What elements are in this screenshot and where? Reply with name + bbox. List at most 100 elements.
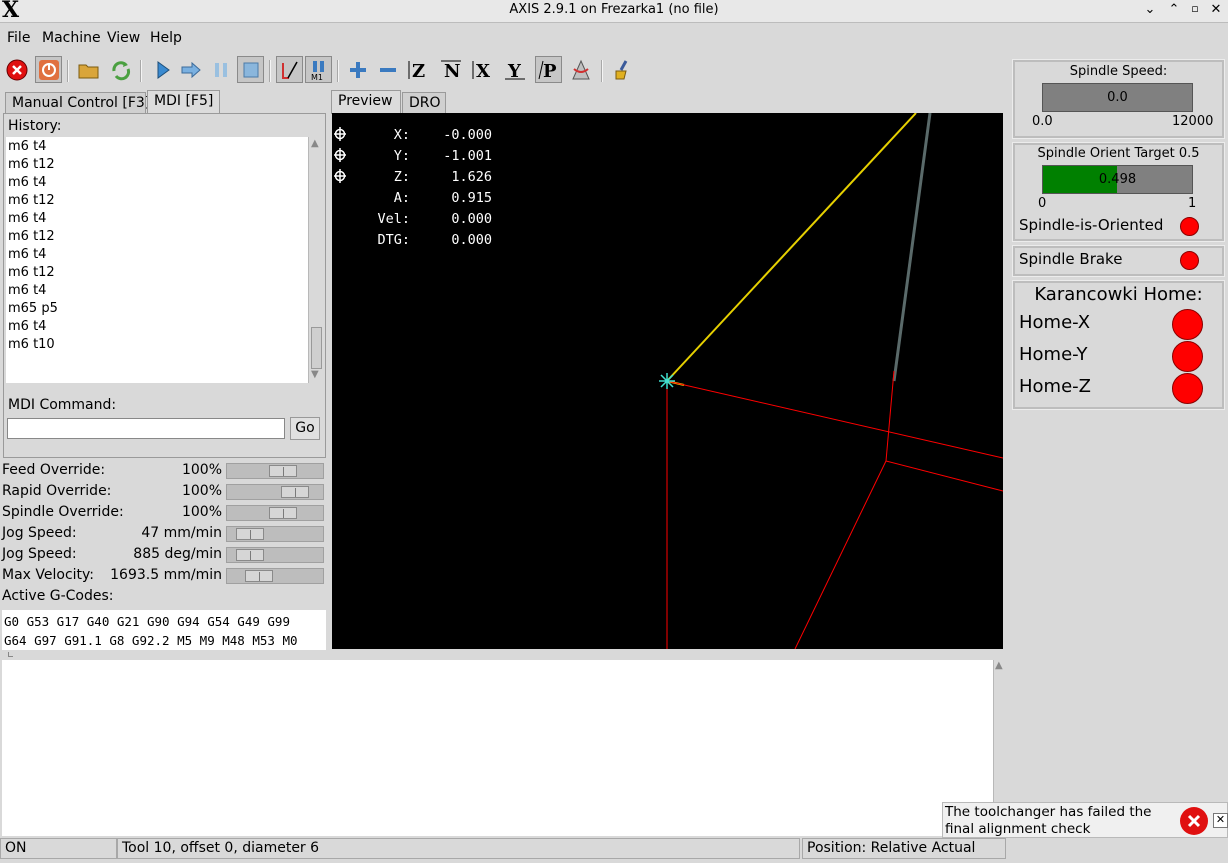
override-slider[interactable]	[226, 526, 324, 542]
history-item[interactable]: m65 p5	[8, 301, 58, 316]
history-item[interactable]: m6 t12	[8, 229, 55, 244]
slider-knob[interactable]	[245, 570, 273, 582]
clear-plot-button[interactable]	[610, 56, 637, 83]
view-z-button[interactable]: Z	[405, 56, 432, 83]
homed-icon	[334, 148, 346, 166]
homed-icon	[334, 127, 346, 145]
pane-resize-handle[interactable]	[8, 652, 13, 657]
slider-knob[interactable]	[269, 465, 297, 477]
override-label: Spindle Override:	[2, 504, 124, 520]
menu-file[interactable]: File	[7, 30, 30, 46]
menu-help[interactable]: Help	[150, 30, 182, 46]
estop-button[interactable]	[3, 56, 30, 83]
home-z-label: Home-Z	[1019, 376, 1091, 397]
error-notification[interactable]: The toolchanger has failed the final ali…	[942, 802, 1228, 838]
slider-knob[interactable]	[236, 549, 264, 561]
tool-shank-line	[892, 113, 932, 382]
status-tool: Tool 10, offset 0, diameter 6	[117, 838, 800, 859]
open-file-button[interactable]	[75, 56, 102, 83]
tab-dro[interactable]: DRO	[402, 92, 446, 114]
zoom-out-button[interactable]	[374, 56, 401, 83]
svg-text:N: N	[444, 61, 460, 81]
restore-icon[interactable]: ▫	[1187, 2, 1203, 15]
override-slider[interactable]	[226, 484, 324, 500]
broom-icon	[615, 59, 627, 79]
estop-icon	[6, 59, 27, 80]
menu-view[interactable]: View	[107, 30, 140, 46]
console-scroll-up-icon[interactable]: ▲	[995, 660, 1003, 671]
spindle-orient-min: 0	[1038, 196, 1047, 211]
status-position-mode: Position: Relative Actual	[802, 838, 1006, 859]
override-slider[interactable]	[226, 463, 324, 479]
reload-button[interactable]	[107, 56, 134, 83]
slider-knob[interactable]	[236, 528, 264, 540]
mdi-command-input[interactable]	[7, 418, 285, 439]
maximize-icon[interactable]: ⌃	[1166, 2, 1182, 17]
zoom-in-icon	[349, 61, 366, 78]
history-item[interactable]: m6 t4	[8, 211, 46, 226]
override-slider[interactable]	[226, 547, 324, 563]
machine-power-button[interactable]	[35, 56, 62, 83]
history-item[interactable]: m6 t4	[8, 175, 46, 190]
override-value: 1693.5 mm/min	[110, 567, 222, 583]
stop-button[interactable]	[237, 56, 264, 83]
run-button[interactable]	[148, 56, 175, 83]
zoom-in-button[interactable]	[344, 56, 371, 83]
menu-bar: File Machine View Help	[0, 26, 1228, 50]
override-slider[interactable]	[226, 568, 324, 584]
spindle-orient-bar: 0.498	[1042, 165, 1193, 194]
history-item[interactable]: m6 t12	[8, 193, 55, 208]
view-x-button[interactable]: X	[469, 56, 496, 83]
history-item[interactable]: m6 t4	[8, 247, 46, 262]
optional-stop-toggle[interactable]: M1	[305, 56, 332, 83]
override-label: Jog Speed:	[2, 525, 77, 541]
play-icon	[157, 60, 170, 79]
notification-close-button[interactable]: ✕	[1213, 813, 1228, 828]
block-delete-toggle[interactable]	[276, 56, 303, 83]
override-value: 47 mm/min	[141, 525, 222, 541]
tool-position-marker	[659, 373, 675, 389]
block-delete-icon	[281, 61, 298, 79]
view-y-icon: Y	[504, 61, 525, 81]
tab-preview[interactable]: Preview	[331, 90, 401, 114]
history-item[interactable]: m6 t10	[8, 337, 55, 352]
history-scroll-thumb[interactable]	[311, 327, 322, 369]
svg-text:P: P	[543, 61, 557, 81]
history-item[interactable]: m6 t4	[8, 319, 46, 334]
pause-button[interactable]	[207, 56, 234, 83]
dro-axis-value: 0.915	[451, 190, 492, 206]
preview-canvas[interactable]: X: -0.000 Y: -1.001 Z: 1.626 A: 0.915 Vel: 0.000 D…	[332, 113, 1003, 649]
scroll-up-icon[interactable]: ▲	[311, 138, 319, 149]
menu-machine[interactable]: Machine	[42, 30, 101, 46]
minimize-icon[interactable]: ⌄	[1142, 2, 1158, 17]
history-item[interactable]: m6 t4	[8, 283, 46, 298]
history-scrollbar[interactable]: ▲ ▼	[308, 137, 323, 383]
dro-axis-value: -0.000	[443, 127, 492, 143]
override-slider[interactable]	[226, 505, 324, 521]
active-gcodes-box: G0 G53 G17 G40 G21 G90 G94 G54 G49 G99 G…	[2, 610, 326, 650]
reload-icon	[111, 60, 130, 80]
spindle-speed-min: 0.0	[1032, 114, 1053, 129]
svg-text:M1: M1	[311, 73, 323, 81]
tab-mdi[interactable]: MDI [F5]	[147, 90, 220, 114]
view-p-button[interactable]: P	[535, 56, 562, 83]
scroll-down-icon[interactable]: ▼	[311, 369, 319, 380]
console-output[interactable]	[2, 660, 995, 836]
slider-knob[interactable]	[269, 507, 297, 519]
close-icon[interactable]: ✕	[1208, 2, 1224, 17]
rotate-view-button[interactable]	[567, 56, 594, 83]
history-item[interactable]: m6 t12	[8, 265, 55, 280]
go-button[interactable]: Go	[290, 417, 320, 440]
step-button[interactable]	[177, 56, 204, 83]
slider-knob[interactable]	[281, 486, 309, 498]
stop-icon	[243, 62, 258, 77]
mdi-history-list[interactable]: m6 t4 m6 t12 m6 t4 m6 t12 m6 t4 m6 t12 m6 t4 m6…	[6, 137, 323, 383]
dro-axis-value: 0.000	[451, 211, 492, 227]
history-item[interactable]: m6 t4	[8, 139, 46, 154]
history-item[interactable]: m6 t12	[8, 157, 55, 172]
tab-manual-control[interactable]: Manual Control [F3]	[5, 92, 150, 114]
spindle-speed-label: Spindle Speed:	[1069, 64, 1168, 79]
dro-axis-value: 0.000	[451, 232, 492, 248]
view-z2-button[interactable]: N	[437, 56, 464, 83]
view-y-button[interactable]: Y	[501, 56, 528, 83]
